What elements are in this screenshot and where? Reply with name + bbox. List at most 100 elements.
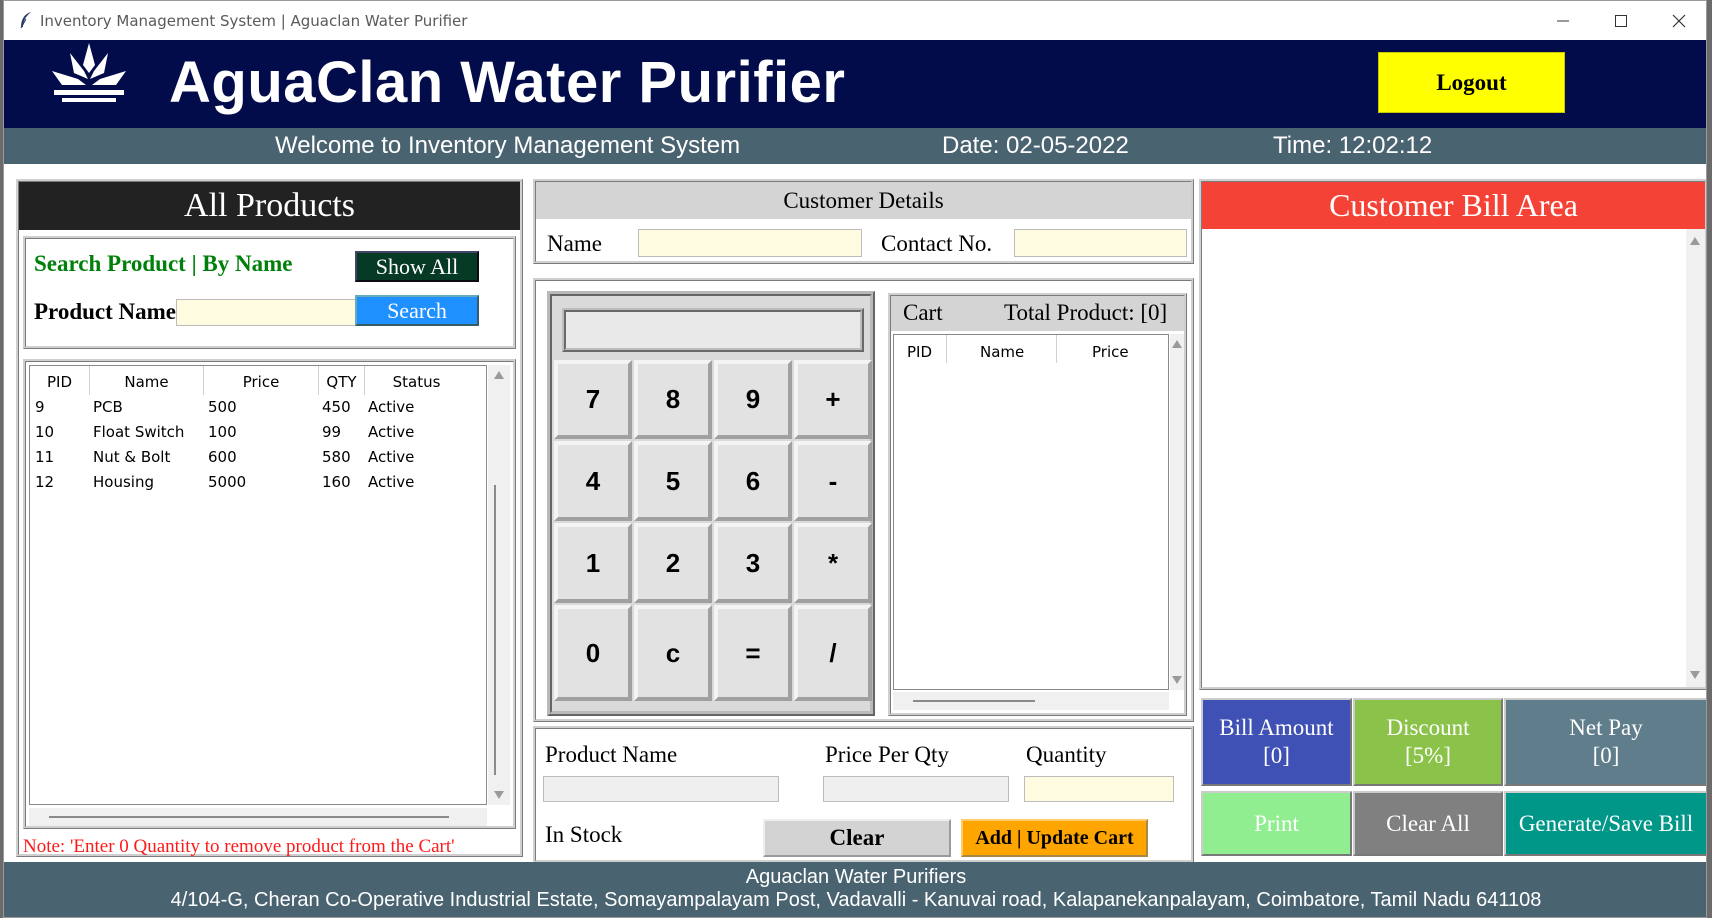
products-horizontal-scrollbar[interactable] [29,808,487,826]
cell-qty: 99 [322,423,342,441]
cart-vertical-scrollbar[interactable] [1170,334,1184,690]
calc-key-9[interactable]: 9 [714,360,792,439]
table-row[interactable]: 11 Nut & Bolt 600 580 Active [30,448,486,473]
table-row[interactable]: 12 Housing 5000 160 Active [30,473,486,498]
products-table[interactable]: PID Name Price QTY Status 9 PCB 500 450 … [29,365,487,805]
cell-name: Housing [93,473,154,491]
column-header-qty[interactable]: QTY [319,373,364,391]
calc-key-0[interactable]: 0 [554,605,632,701]
clear-button[interactable]: Clear [763,819,951,857]
quantity-input[interactable] [1024,776,1174,802]
calculator: 7 8 9 + 4 5 6 - 1 2 3 * 0 c = / [547,291,875,716]
calc-key-1[interactable]: 1 [554,523,632,603]
calc-key-3[interactable]: 3 [714,523,792,603]
entry-product-name-input[interactable] [543,776,779,802]
cart-total-products: Total Product: [0] [1004,300,1168,325]
calc-key-minus[interactable]: - [794,441,872,521]
calc-key-7[interactable]: 7 [554,360,632,439]
cell-name: Nut & Bolt [93,448,171,466]
price-per-qty-input[interactable] [823,776,1009,802]
calc-key-divide[interactable]: / [794,605,872,701]
maximize-icon [1615,15,1627,27]
product-entry-panel: Product Name Price Per Qty Quantity In S… [533,726,1194,863]
cell-qty: 450 [322,398,351,416]
generate-save-bill-button[interactable]: Generate/Save Bill [1504,791,1706,856]
cart-column-pid[interactable]: PID [907,343,932,361]
hscroll-thumb[interactable] [913,700,1035,702]
net-pay-button[interactable]: Net Pay [0] [1504,698,1706,786]
cart-column-price[interactable]: Price [1092,343,1129,361]
cart-table[interactable]: PID Name Price [893,334,1169,690]
calculator-cart-panel: 7 8 9 + 4 5 6 - 1 2 3 * 0 c = / Cart Tot… [533,278,1194,722]
product-name-label: Product Name [34,299,177,324]
cell-status: Active [368,423,415,441]
maximize-button[interactable] [1592,1,1650,40]
table-row[interactable]: 9 PCB 500 450 Active [30,398,486,423]
scroll-thumb[interactable] [494,485,496,775]
product-name-search-input[interactable] [176,299,362,326]
cell-pid: 12 [35,473,55,491]
calc-key-equals[interactable]: = [714,605,792,701]
add-update-cart-button[interactable]: Add | Update Cart [961,819,1148,857]
cell-status: Active [368,473,415,491]
search-product-title: Search Product | By Name [34,251,293,276]
bill-amount-label: Bill Amount [1219,715,1334,740]
clear-all-button[interactable]: Clear All [1353,791,1503,856]
cell-status: Active [368,398,415,416]
calc-key-4[interactable]: 4 [554,441,632,521]
cart-horizontal-scrollbar[interactable] [893,692,1169,710]
scroll-down-icon[interactable] [1172,676,1182,684]
column-header-price[interactable]: Price [204,373,318,391]
calculator-display[interactable] [562,308,864,352]
column-header-name[interactable]: Name [90,373,203,391]
print-button[interactable]: Print [1201,791,1352,856]
cart-column-name[interactable]: Name [980,343,1024,361]
scroll-up-icon[interactable] [494,371,504,379]
logout-button[interactable]: Logout [1378,52,1565,113]
minimize-icon [1557,20,1569,22]
bill-amount-button[interactable]: Bill Amount [0] [1201,698,1352,786]
calc-key-clear[interactable]: c [634,605,712,701]
products-vertical-scrollbar[interactable] [488,365,510,805]
bill-vertical-scrollbar[interactable] [1686,229,1705,687]
close-button[interactable] [1650,1,1706,40]
bill-amount-value: [0] [1263,743,1290,768]
scroll-up-icon[interactable] [1172,340,1182,348]
customer-bill-panel: Customer Bill Area [1199,179,1706,690]
net-pay-label: Net Pay [1569,715,1643,740]
customer-name-input[interactable] [638,229,862,257]
feather-app-icon [20,12,31,29]
price-per-qty-label: Price Per Qty [825,742,949,767]
close-icon [1672,14,1686,28]
cell-price: 5000 [208,473,247,491]
footer: Aguaclan Water Purifiers 4/104-G, Cheran… [4,862,1706,917]
welcome-bar: Welcome to Inventory Management System D… [4,128,1706,164]
calc-key-2[interactable]: 2 [634,523,712,603]
footer-company-name: Aguaclan Water Purifiers [745,866,967,888]
column-header-pid[interactable]: PID [30,373,89,391]
products-table-frame: PID Name Price QTY Status 9 PCB 500 450 … [23,359,516,829]
calc-key-plus[interactable]: + [794,360,872,439]
cell-pid: 10 [35,423,55,441]
scroll-down-icon[interactable] [494,791,504,799]
calc-key-8[interactable]: 8 [634,360,712,439]
scroll-up-icon[interactable] [1690,237,1700,245]
cart-title: Cart [903,300,943,325]
bill-text-area[interactable] [1202,229,1686,687]
discount-label: Discount [1386,715,1470,740]
show-all-button[interactable]: Show All [355,251,479,282]
calc-key-6[interactable]: 6 [714,441,792,521]
scroll-down-icon[interactable] [1690,671,1700,679]
calc-key-multiply[interactable]: * [794,523,872,603]
discount-button[interactable]: Discount [5%] [1353,698,1503,786]
table-row[interactable]: 10 Float Switch 100 99 Active [30,423,486,448]
minimize-button[interactable] [1534,1,1592,40]
lotus-logo-icon [52,43,126,102]
calc-key-5[interactable]: 5 [634,441,712,521]
contact-no-input[interactable] [1014,229,1187,257]
hscroll-thumb[interactable] [49,816,449,818]
column-header-status[interactable]: Status [365,373,468,391]
quantity-label: Quantity [1026,742,1107,767]
window-title: Inventory Management System | Aguaclan W… [40,12,468,30]
search-button[interactable]: Search [355,295,479,326]
